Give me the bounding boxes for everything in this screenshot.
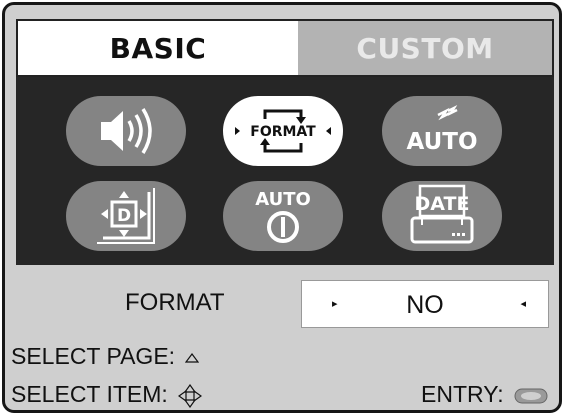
four-way-arrow-icon — [178, 383, 203, 408]
ok-button-icon — [514, 388, 548, 404]
format-value-selector[interactable]: ▸ NO ◂ — [301, 280, 549, 328]
tab-custom[interactable]: CUSTOM — [298, 21, 552, 75]
up-triangle-icon — [185, 352, 200, 363]
format-icon: FORMAT — [235, 109, 331, 153]
auto-sleep-button[interactable]: AUTO — [382, 96, 502, 166]
icon-panel: FORMAT AUTO D AUTO DATE — [16, 77, 554, 265]
menu-tabs: BASIC CUSTOM — [16, 19, 554, 77]
date-icon: DATE — [410, 184, 474, 244]
menu-frame: BASIC CUSTOM FORMAT AUTO D AUTO DATE FOR… — [2, 2, 562, 413]
display-position-icon: D — [97, 188, 155, 244]
auto-sleep-icon: AUTO — [406, 104, 478, 155]
select-page-help: SELECT PAGE: — [11, 343, 200, 370]
volume-icon — [101, 108, 152, 154]
display-position-button[interactable]: D — [66, 181, 186, 251]
auto-sleep-label: AUTO — [406, 129, 477, 155]
date-label: DATE — [415, 193, 470, 215]
auto-power-off-icon: AUTO — [255, 189, 311, 243]
auto-power-off-label: AUTO — [255, 189, 311, 210]
select-page-text: SELECT PAGE: — [11, 343, 176, 369]
display-position-label: D — [117, 206, 131, 226]
format-icon-label: FORMAT — [250, 124, 316, 140]
format-setting-row: FORMAT ▸ NO ◂ — [5, 277, 559, 329]
entry-help: ENTRY: — [421, 381, 548, 408]
date-button[interactable]: DATE — [382, 181, 502, 251]
entry-text: ENTRY: — [421, 381, 504, 407]
select-item-text: SELECT ITEM: — [11, 381, 168, 407]
format-button[interactable]: FORMAT — [223, 96, 343, 166]
auto-power-off-button[interactable]: AUTO — [223, 181, 343, 251]
tab-basic[interactable]: BASIC — [18, 21, 298, 75]
format-setting-label: FORMAT — [125, 289, 225, 316]
volume-button[interactable] — [66, 96, 186, 166]
right-arrow-icon[interactable]: ◂ — [520, 297, 526, 310]
format-value: NO — [406, 291, 444, 319]
select-item-help: SELECT ITEM: — [11, 381, 203, 408]
